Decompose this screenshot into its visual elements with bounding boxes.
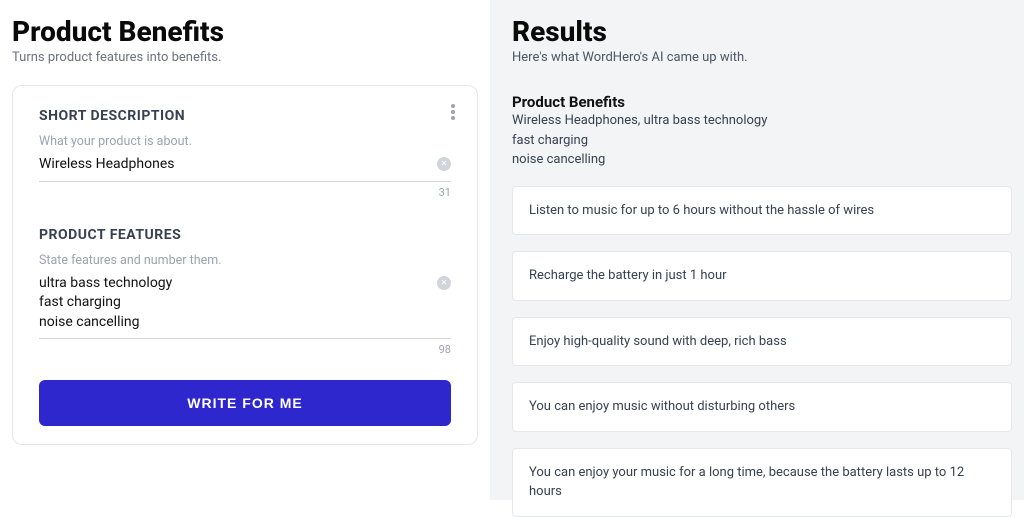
result-item[interactable]: Recharge the battery in just 1 hour [512, 251, 1012, 301]
short-description-input-wrap: Wireless Headphones [39, 155, 451, 182]
more-options-icon[interactable] [451, 104, 455, 120]
results-summary-title: Product Benefits [512, 93, 1012, 111]
product-features-helper: State features and number them. [39, 253, 451, 268]
write-for-me-button[interactable]: WRITE FOR ME [39, 380, 451, 426]
result-item[interactable]: You can enjoy music without disturbing o… [512, 382, 1012, 432]
page-subtitle: Turns product features into benefits. [12, 50, 478, 65]
results-title: Results [512, 15, 1012, 48]
product-features-input-wrap: ultra bass technology fast charging nois… [39, 274, 451, 340]
result-item[interactable]: You can enjoy your music for a long time… [512, 448, 1012, 517]
clear-short-description-icon[interactable] [437, 157, 451, 171]
short-description-label: SHORT DESCRIPTION [39, 108, 451, 124]
short-description-input[interactable]: Wireless Headphones [39, 155, 451, 175]
product-features-char-count: 98 [39, 343, 451, 356]
result-item[interactable]: Enjoy high-quality sound with deep, rich… [512, 317, 1012, 367]
short-description-char-count: 31 [39, 186, 451, 199]
product-features-input[interactable]: ultra bass technology fast charging nois… [39, 274, 451, 333]
page-title: Product Benefits [12, 15, 478, 48]
clear-product-features-icon[interactable] [437, 276, 451, 290]
result-item[interactable]: Listen to music for up to 6 hours withou… [512, 186, 1012, 236]
short-description-helper: What your product is about. [39, 134, 451, 149]
product-features-label: PRODUCT FEATURES [39, 227, 451, 243]
form-card: SHORT DESCRIPTION What your product is a… [12, 85, 478, 445]
results-subtitle: Here's what WordHero's AI came up with. [512, 50, 1012, 65]
input-panel: Product Benefits Turns product features … [0, 0, 490, 500]
results-panel: Results Here's what WordHero's AI came u… [490, 0, 1024, 500]
results-summary-text: Wireless Headphones, ultra bass technolo… [512, 111, 1012, 170]
